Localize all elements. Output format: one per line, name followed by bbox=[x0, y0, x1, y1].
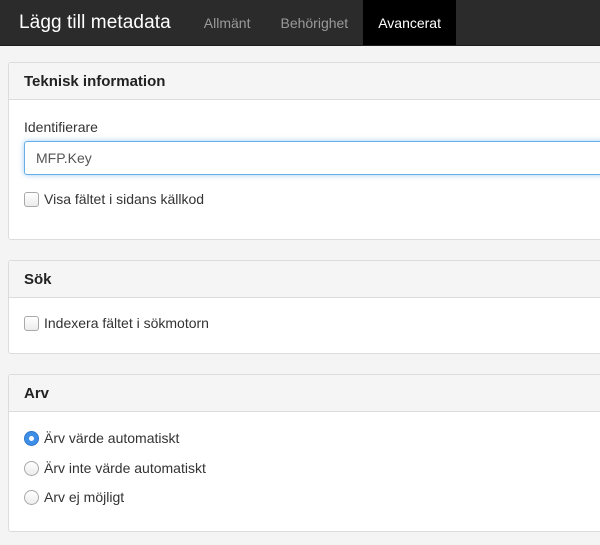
inherit-impossible-label: Arv ej möjligt bbox=[44, 489, 125, 505]
inheritance-panel: Arv Ärv värde automatiskt Ärv inte värde… bbox=[8, 374, 600, 532]
tab-allmant[interactable]: Allmänt bbox=[189, 0, 266, 45]
top-navigation-bar: Lägg till metadata Allmänt Behörighet Av… bbox=[0, 0, 600, 46]
index-field-option[interactable]: Indexera fältet i sökmotorn bbox=[24, 315, 209, 331]
inherit-none-radio[interactable] bbox=[24, 460, 39, 476]
inherit-auto-option[interactable]: Ärv värde automatiskt bbox=[24, 430, 179, 446]
tab-behorighet[interactable]: Behörighet bbox=[265, 0, 363, 45]
tab-avancerat[interactable]: Avancerat bbox=[363, 0, 456, 45]
inheritance-heading: Arv bbox=[9, 375, 600, 412]
identifier-input[interactable] bbox=[24, 141, 600, 175]
technical-info-panel: Teknisk information Identifierare Visa f… bbox=[8, 62, 600, 240]
inherit-none-label: Ärv inte värde automatiskt bbox=[44, 460, 206, 476]
identifier-label: Identifierare bbox=[24, 119, 98, 135]
search-heading: Sök bbox=[9, 261, 600, 298]
dialog-title: Lägg till metadata bbox=[19, 11, 171, 33]
index-field-label: Indexera fältet i sökmotorn bbox=[44, 315, 209, 331]
inherit-impossible-radio[interactable] bbox=[24, 489, 39, 505]
inherit-auto-radio[interactable] bbox=[24, 430, 39, 446]
show-in-source-label: Visa fältet i sidans källkod bbox=[44, 191, 205, 207]
index-field-checkbox[interactable] bbox=[24, 315, 39, 331]
show-in-source-checkbox[interactable] bbox=[24, 191, 39, 207]
inherit-impossible-option[interactable]: Arv ej möjligt bbox=[24, 489, 124, 505]
search-panel: Sök Indexera fältet i sökmotorn bbox=[8, 260, 600, 354]
inherit-none-option[interactable]: Ärv inte värde automatiskt bbox=[24, 460, 206, 476]
show-in-source-option[interactable]: Visa fältet i sidans källkod bbox=[24, 191, 204, 207]
technical-info-heading: Teknisk information bbox=[9, 63, 600, 100]
inherit-auto-label: Ärv värde automatiskt bbox=[44, 430, 180, 446]
